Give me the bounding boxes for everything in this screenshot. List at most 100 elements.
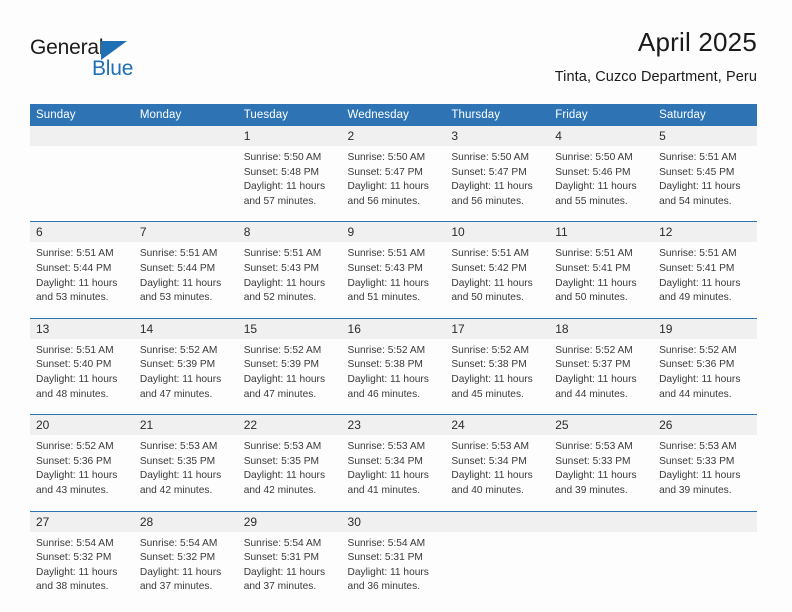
day-number-cell[interactable]: 8: [237, 221, 342, 243]
day-detail-cell[interactable]: Sunrise: 5:53 AM Sunset: 5:34 PM Daylight:…: [445, 435, 550, 511]
day-number-cell[interactable]: 23: [341, 414, 446, 436]
day-sunset-text: Sunset: 5:43 PM: [243, 262, 320, 274]
day-detail-cell[interactable]: Sunrise: 5:53 AM Sunset: 5:34 PM Daylight:…: [341, 435, 446, 511]
day-detail-cell[interactable]: Sunrise: 5:52 AM Sunset: 5:39 PM Daylight:…: [133, 338, 238, 415]
day-detail-cell[interactable]: Sunrise: 5:54 AM Sunset: 5:32 PM Daylight:…: [133, 531, 238, 607]
day-detail-cell[interactable]: Sunrise: 5:53 AM Sunset: 5:33 PM Daylight:…: [653, 435, 757, 511]
day-number-cell[interactable]: 19: [653, 317, 757, 339]
day-detail-cell[interactable]: Sunrise: 5:53 AM Sunset: 5:35 PM Daylight:…: [237, 435, 342, 511]
day-number-cell[interactable]: 2: [341, 126, 446, 146]
day-daylight-line1-text: Daylight: 11 hours: [139, 470, 222, 482]
day-sunrise-text: Sunrise: 5:51 AM: [36, 344, 114, 356]
day-number-cell[interactable]: 3: [445, 126, 550, 146]
day-detail-cell[interactable]: Sunrise: 5:51 AM Sunset: 5:43 PM Daylight:…: [237, 242, 342, 319]
logo-text-blue: Blue: [92, 57, 134, 80]
day-number-cell[interactable]: 4: [549, 126, 654, 146]
day-detail-cell[interactable]: Sunrise: 5:50 AM Sunset: 5:46 PM Daylight:…: [549, 146, 654, 222]
day-number-cell[interactable]: 25: [549, 414, 654, 436]
day-daylight-line1-text: Daylight: 11 hours: [36, 566, 118, 578]
day-sunrise-text: Sunrise: 5:51 AM: [451, 248, 529, 260]
day-number-cell[interactable]: 1: [237, 126, 342, 146]
day-daylight-line1-text: Daylight: 11 hours: [243, 373, 326, 385]
day-number-cell[interactable]: 13: [30, 317, 134, 339]
day-detail-cell[interactable]: Sunrise: 5:51 AM Sunset: 5:41 PM Daylight:…: [653, 242, 757, 319]
day-number-cell[interactable]: 30: [341, 510, 446, 532]
day-detail-cell[interactable]: Sunrise: 5:50 AM Sunset: 5:48 PM Daylight:…: [237, 146, 342, 222]
day-detail-cell[interactable]: Sunrise: 5:52 AM Sunset: 5:36 PM Daylight:…: [653, 338, 757, 415]
day-sunrise-text: Sunrise: 5:51 AM: [347, 248, 426, 260]
day-sunset-text: Sunset: 5:36 PM: [659, 359, 735, 371]
day-detail-cell[interactable]: Sunrise: 5:51 AM Sunset: 5:44 PM Daylight:…: [30, 242, 134, 319]
day-detail-cell[interactable]: Sunrise: 5:54 AM Sunset: 5:31 PM Daylight:…: [237, 531, 342, 607]
day-detail-cell[interactable]: Sunrise: 5:51 AM Sunset: 5:43 PM Daylight:…: [341, 242, 446, 319]
day-detail-cell[interactable]: Sunrise: 5:52 AM Sunset: 5:38 PM Daylight:…: [341, 338, 446, 415]
day-number-cell[interactable]: 16: [341, 317, 446, 339]
day-detail-cell[interactable]: Sunrise: 5:51 AM Sunset: 5:42 PM Daylight:…: [445, 242, 550, 319]
day-sunset-text: Sunset: 5:44 PM: [139, 262, 216, 274]
day-detail-cell[interactable]: Sunrise: 5:52 AM Sunset: 5:39 PM Daylight:…: [237, 338, 342, 415]
day-number-cell[interactable]: 20: [30, 414, 134, 436]
day-daylight-line2-text: and 46 minutes.: [347, 388, 421, 400]
day-daylight-line2-text: and 56 minutes.: [347, 195, 421, 207]
day-number-cell[interactable]: 18: [549, 317, 654, 339]
day-daylight-line1-text: Daylight: 11 hours: [347, 277, 429, 289]
day-sunrise-text: Sunrise: 5:52 AM: [243, 344, 322, 356]
day-daylight-line2-text: and 56 minutes.: [451, 195, 524, 207]
day-detail-cell[interactable]: Sunrise: 5:52 AM Sunset: 5:37 PM Daylight:…: [549, 338, 654, 415]
day-number-cell[interactable]: 5: [653, 126, 757, 146]
day-daylight-line2-text: and 44 minutes.: [555, 388, 628, 400]
day-number-cell[interactable]: 7: [133, 221, 238, 243]
day-detail-cell[interactable]: Sunrise: 5:51 AM Sunset: 5:40 PM Daylight:…: [30, 338, 134, 415]
day-daylight-line1-text: Daylight: 11 hours: [243, 181, 326, 193]
day-number-cell: [30, 126, 134, 146]
day-detail-cell[interactable]: Sunrise: 5:53 AM Sunset: 5:33 PM Daylight:…: [549, 435, 654, 511]
day-sunrise-text: Sunrise: 5:52 AM: [555, 344, 633, 356]
day-daylight-line1-text: Daylight: 11 hours: [659, 181, 741, 193]
day-daylight-line1-text: Daylight: 11 hours: [451, 373, 533, 385]
day-detail-cell[interactable]: Sunrise: 5:50 AM Sunset: 5:47 PM Daylight:…: [341, 146, 446, 222]
day-daylight-line2-text: and 37 minutes.: [243, 581, 317, 593]
day-daylight-line2-text: and 48 minutes.: [36, 388, 109, 400]
day-number-cell[interactable]: 14: [133, 317, 238, 339]
week-daynumber-row: 6 7 8 9 10 11 12: [30, 221, 757, 243]
day-number-cell: [445, 510, 550, 532]
day-number-cell[interactable]: 6: [30, 221, 134, 243]
day-daylight-line2-text: and 45 minutes.: [451, 388, 524, 400]
day-detail-cell[interactable]: Sunrise: 5:52 AM Sunset: 5:36 PM Daylight:…: [30, 435, 134, 511]
day-number-cell[interactable]: 21: [133, 414, 238, 436]
day-detail-cell: [30, 146, 134, 222]
day-number-cell[interactable]: 17: [445, 317, 550, 339]
day-sunset-text: Sunset: 5:43 PM: [347, 262, 423, 274]
day-sunrise-text: Sunrise: 5:52 AM: [36, 441, 114, 453]
day-sunrise-text: Sunrise: 5:53 AM: [451, 441, 529, 453]
day-sunrise-text: Sunrise: 5:50 AM: [451, 152, 529, 163]
day-sunrise-text: Sunrise: 5:54 AM: [347, 537, 426, 549]
day-number-cell[interactable]: 27: [30, 510, 134, 532]
day-number-cell[interactable]: 15: [237, 317, 342, 339]
day-detail-cell[interactable]: Sunrise: 5:52 AM Sunset: 5:38 PM Daylight:…: [445, 338, 550, 415]
day-sunset-text: Sunset: 5:39 PM: [243, 359, 320, 371]
general-blue-logo[interactable]: General Blue: [30, 36, 210, 88]
day-number-cell[interactable]: 11: [549, 221, 654, 243]
day-number-cell[interactable]: 9: [341, 221, 446, 243]
day-number-cell[interactable]: 26: [653, 414, 757, 436]
day-daylight-line2-text: and 43 minutes.: [36, 484, 109, 496]
day-detail-cell[interactable]: Sunrise: 5:54 AM Sunset: 5:32 PM Daylight:…: [30, 531, 134, 607]
day-number-cell[interactable]: 24: [445, 414, 550, 436]
day-number-cell[interactable]: 22: [237, 414, 342, 436]
day-detail-cell[interactable]: Sunrise: 5:51 AM Sunset: 5:44 PM Daylight:…: [133, 242, 238, 319]
day-detail-cell[interactable]: Sunrise: 5:51 AM Sunset: 5:45 PM Daylight:…: [653, 146, 757, 222]
day-number-cell[interactable]: 29: [237, 510, 342, 532]
day-daylight-line1-text: Daylight: 11 hours: [451, 470, 533, 482]
day-detail-cell[interactable]: Sunrise: 5:51 AM Sunset: 5:41 PM Daylight:…: [549, 242, 654, 319]
day-detail-cell[interactable]: Sunrise: 5:53 AM Sunset: 5:35 PM Daylight:…: [133, 435, 238, 511]
day-sunset-text: Sunset: 5:35 PM: [139, 455, 216, 467]
day-detail-cell[interactable]: Sunrise: 5:54 AM Sunset: 5:31 PM Daylight:…: [341, 531, 446, 607]
day-number-cell[interactable]: 10: [445, 221, 550, 243]
day-detail-cell[interactable]: Sunrise: 5:50 AM Sunset: 5:47 PM Daylight:…: [445, 146, 550, 222]
week-detail-row: Sunrise: 5:50 AM Sunset: 5:48 PM Daylight:…: [30, 146, 757, 222]
day-number-cell[interactable]: 28: [133, 510, 238, 532]
day-number-cell[interactable]: 12: [653, 221, 757, 243]
day-sunrise-text: Sunrise: 5:54 AM: [139, 537, 218, 549]
day-daylight-line2-text: and 38 minutes.: [36, 581, 109, 593]
